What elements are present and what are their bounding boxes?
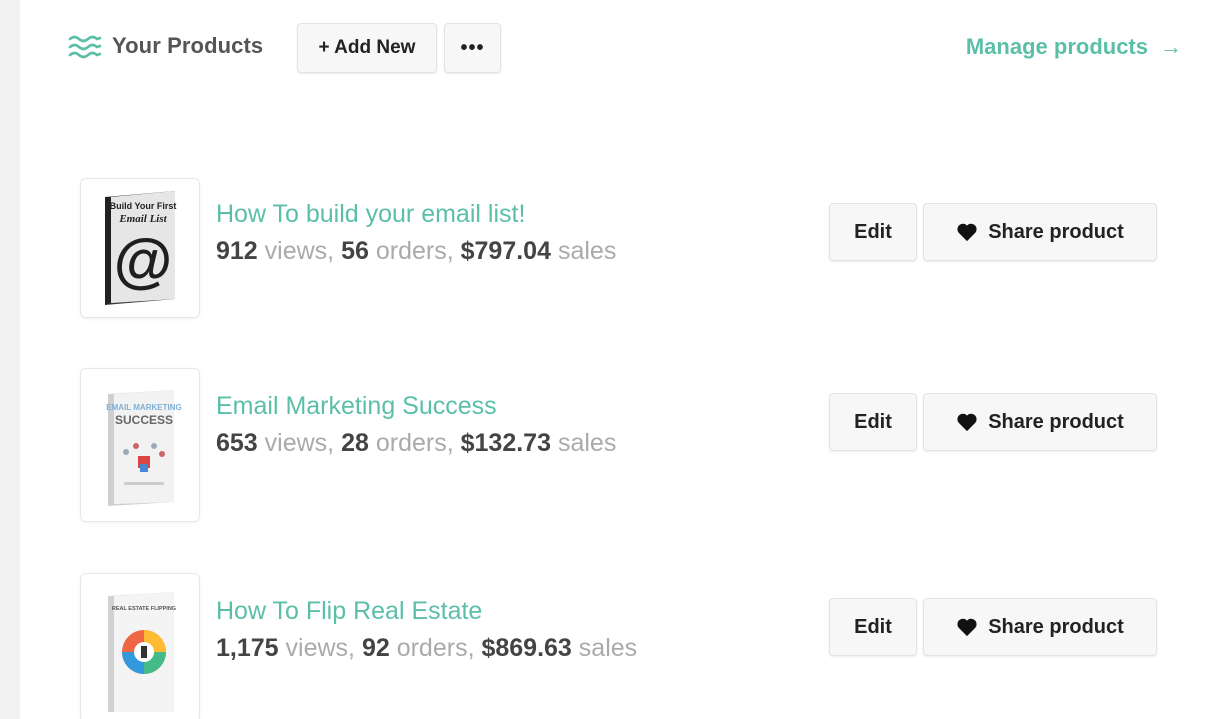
product-thumbnail[interactable]: REAL ESTATE FLIPPING [80, 573, 200, 719]
edit-button[interactable]: Edit [829, 203, 917, 261]
heart-icon [957, 413, 977, 432]
product-stats: 653 views, 28 orders, $132.73 sales [216, 429, 616, 458]
product-title-link[interactable]: Email Marketing Success [216, 392, 497, 421]
orders-label: orders, [375, 429, 454, 457]
product-title-link[interactable]: How To build your email list! [216, 200, 525, 229]
orders-label: orders, [396, 634, 475, 662]
product-stats: 1,175 views, 92 orders, $869.63 sales [216, 634, 637, 663]
share-product-label: Share product [988, 410, 1124, 433]
views-label: views, [264, 429, 335, 457]
cover-subtitle: SUCCESS [115, 413, 173, 427]
views-count: 912 [216, 237, 258, 265]
sales-label: sales [557, 237, 617, 265]
share-product-button[interactable]: Share product [923, 203, 1157, 261]
share-product-label: Share product [988, 615, 1124, 638]
products-header: Your Products + Add New ••• Manage produ… [68, 22, 1188, 76]
sales-label: sales [578, 634, 638, 662]
share-product-label: Share product [988, 220, 1124, 243]
product-row: Build Your First Email List @ How To bui… [80, 178, 1158, 318]
sales-amount: $132.73 [460, 429, 551, 457]
add-new-button[interactable]: + Add New [297, 23, 437, 73]
sales-amount: $869.63 [481, 634, 572, 662]
orders-count: 56 [341, 237, 369, 265]
product-title-link[interactable]: How To Flip Real Estate [216, 597, 482, 626]
share-product-button[interactable]: Share product [923, 598, 1157, 656]
orders-count: 28 [341, 429, 369, 457]
cover-title: REAL ESTATE FLIPPING [112, 606, 176, 612]
cover-title: Build Your First [110, 201, 177, 211]
page-title: Your Products [112, 33, 264, 58]
arrow-right-icon: → [1160, 34, 1182, 59]
heart-icon [957, 618, 977, 637]
ebook-cover-image: Build Your First Email List @ [105, 191, 177, 305]
product-row: REAL ESTATE FLIPPING How To Flip Real Es… [80, 573, 1158, 719]
waves-icon [68, 35, 102, 59]
product-row: EMAIL MARKETING SUCCESS Email Marketing … [80, 368, 1158, 522]
edit-button[interactable]: Edit [829, 393, 917, 451]
views-label: views, [264, 237, 335, 265]
manage-products-link[interactable]: Manage products → [966, 34, 1182, 60]
views-count: 1,175 [216, 634, 279, 662]
products-page: Your Products + Add New ••• Manage produ… [0, 0, 1212, 719]
left-sidebar-edge [0, 0, 20, 719]
heart-icon [957, 223, 977, 242]
share-product-button[interactable]: Share product [923, 393, 1157, 451]
sales-label: sales [557, 429, 617, 457]
svg-text:@: @ [114, 227, 173, 294]
edit-button[interactable]: Edit [829, 598, 917, 656]
ebook-cover-image: EMAIL MARKETING SUCCESS [106, 390, 182, 506]
cover-subtitle: Email List [118, 213, 167, 225]
product-thumbnail[interactable]: EMAIL MARKETING SUCCESS [80, 368, 200, 522]
orders-count: 92 [361, 634, 390, 662]
product-stats: 912 views, 56 orders, $797.04 sales [216, 237, 616, 266]
orders-label: orders, [375, 237, 454, 265]
views-label: views, [285, 634, 355, 662]
more-options-button[interactable]: ••• [444, 23, 501, 73]
views-count: 653 [216, 429, 258, 457]
ebook-cover-image: REAL ESTATE FLIPPING [108, 592, 176, 712]
sales-amount: $797.04 [460, 237, 551, 265]
cover-title: EMAIL MARKETING [106, 403, 181, 412]
manage-products-label: Manage products [965, 34, 1148, 59]
product-thumbnail[interactable]: Build Your First Email List @ [80, 178, 200, 318]
